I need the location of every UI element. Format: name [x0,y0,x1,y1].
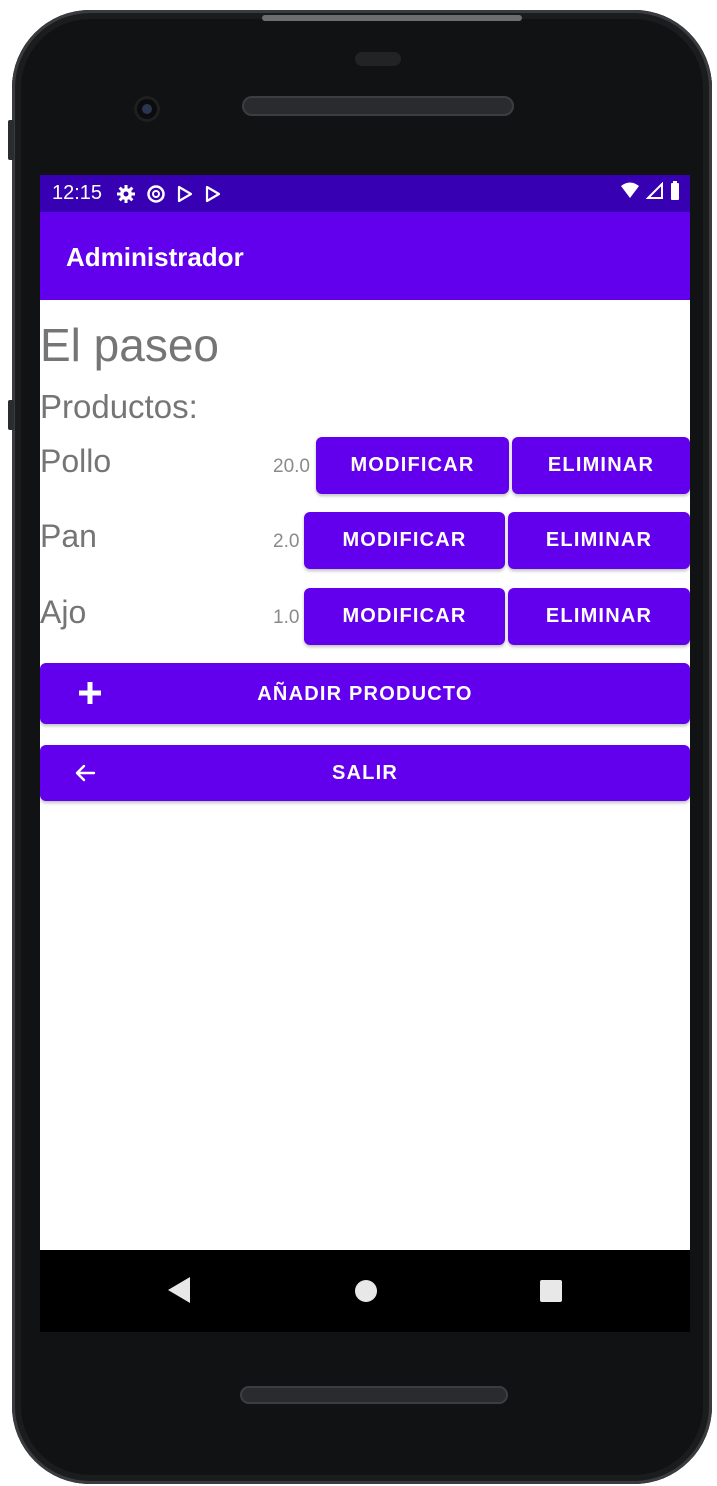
status-system-icons [620,181,680,201]
side-button-left [8,120,14,160]
product-name: Pollo [40,443,112,479]
add-product-label: AÑADIR PRODUCTO [257,683,473,705]
nav-back-icon[interactable] [166,1276,192,1309]
settings-gear-icon [117,184,136,203]
product-row: Ajo 1.0 MODIFICAR ELIMINAR [40,588,690,646]
store-name: El paseo [40,319,220,371]
front-camera [134,96,160,122]
play-store-icon-2 [205,185,221,202]
bottom-speaker [240,1386,508,1404]
app-bar-title: Administrador [66,242,244,272]
earpiece-pill [355,52,401,66]
top-speaker [242,96,514,116]
nav-recents-icon[interactable] [540,1280,562,1302]
product-price: 1.0 [273,607,300,628]
delete-button[interactable]: ELIMINAR [508,512,690,569]
product-price: 20.0 [273,456,310,477]
battery-icon [671,181,679,200]
play-store-icon [177,185,193,202]
delete-button[interactable]: ELIMINAR [512,437,690,494]
products-label: Productos: [40,388,198,425]
add-product-button[interactable]: AÑADIR PRODUCTO [40,663,690,724]
status-time: 12:15 [52,182,103,204]
side-button-left-2 [8,400,14,430]
status-notification-icons [116,184,222,204]
modify-button[interactable]: MODIFICAR [304,588,505,645]
app-screen: 12:15 Administrador El paseo Productos: … [40,175,690,1332]
system-nav-bar [40,1250,690,1332]
product-row: Pollo 20.0 MODIFICAR ELIMINAR [40,437,690,495]
app-bar: Administrador [40,212,690,300]
data-saver-icon [147,184,165,203]
modify-button[interactable]: MODIFICAR [304,512,505,569]
nav-home-icon[interactable] [355,1280,377,1302]
modify-button[interactable]: MODIFICAR [316,437,509,494]
exit-button[interactable]: SALIR [40,745,690,801]
cellular-signal-icon [646,182,663,199]
status-bar: 12:15 [40,175,690,212]
product-price: 2.0 [273,531,300,552]
delete-button[interactable]: ELIMINAR [508,588,690,645]
phone-top-edge [262,15,522,21]
wifi-icon [621,182,639,198]
product-row: Pan 2.0 MODIFICAR ELIMINAR [40,512,690,570]
product-name: Pan [40,518,97,554]
exit-label: SALIR [332,762,398,784]
product-name: Ajo [40,594,87,630]
